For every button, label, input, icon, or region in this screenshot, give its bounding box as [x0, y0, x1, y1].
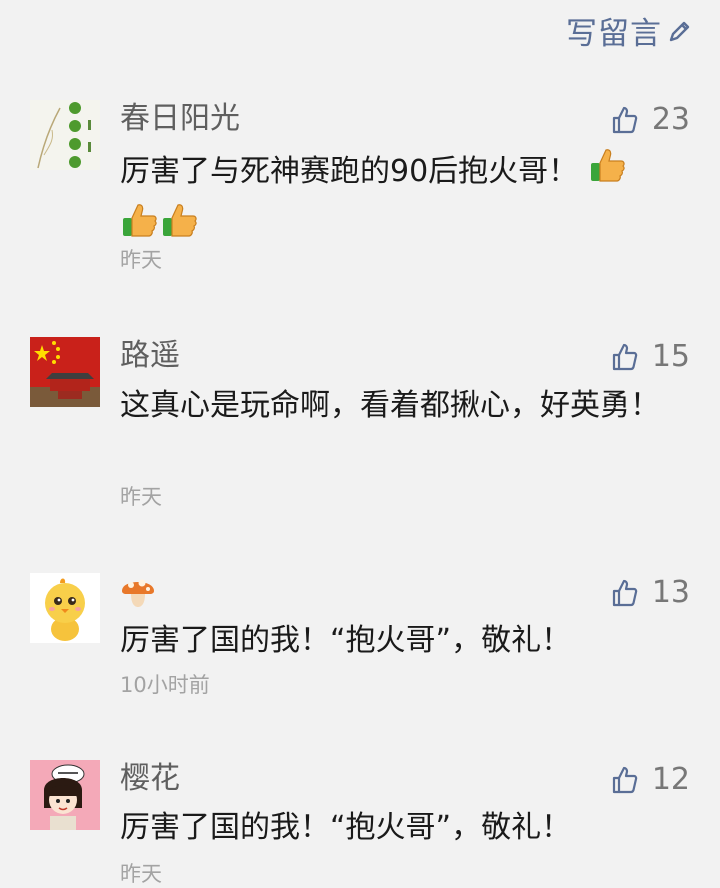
comment-text: 厉害了国的我！“抱火哥”，敬礼！ — [120, 623, 572, 658]
comment-item: 13 厉害了国的我！“抱火哥”，敬礼！ 10小时前 — [0, 573, 720, 713]
thumbs-up-icon — [612, 766, 638, 794]
comment-text: 厉害了国的我！“抱火哥”，敬礼！ — [120, 810, 572, 845]
comment-time: 昨天 — [120, 248, 162, 272]
thumbs-up-emoji-icon — [160, 200, 200, 255]
comment-nickname: 春日阳光 — [120, 101, 240, 136]
comment-nickname: 路遥 — [120, 338, 180, 373]
comment-nickname — [120, 573, 162, 619]
write-comment-button[interactable]: 写留言 — [566, 8, 692, 53]
like-count: 23 — [651, 102, 690, 137]
thumbs-up-icon — [612, 579, 638, 607]
mushroom-icon — [120, 573, 156, 619]
comment-item: 路遥 15 这真心是玩命啊，看着都揪心，好英勇！ 昨天 — [0, 337, 720, 517]
write-comment-label: 写留言 — [566, 16, 662, 52]
comment-item: 樱花 12 厉害了国的我！“抱火哥”，敬礼！ 昨天 — [0, 760, 720, 886]
comment-time: 10小时前 — [120, 673, 210, 697]
like-button[interactable]: 12 — [612, 761, 690, 799]
like-count: 13 — [651, 575, 690, 610]
thumbs-up-emoji-icon — [588, 145, 628, 200]
like-count: 12 — [651, 762, 690, 797]
avatar[interactable] — [30, 337, 100, 407]
avatar[interactable] — [30, 760, 100, 830]
comment-content: 厉害了与死神赛跑的90后抱火哥！ — [120, 145, 665, 255]
like-button[interactable]: 15 — [612, 338, 690, 376]
comment-nickname: 樱花 — [120, 761, 180, 796]
comment-text: 厉害了与死神赛跑的90后抱火哥！ — [120, 154, 579, 189]
like-button[interactable]: 23 — [612, 101, 690, 139]
avatar[interactable] — [30, 573, 100, 643]
like-button[interactable]: 13 — [612, 574, 690, 612]
thumbs-up-icon — [612, 343, 638, 371]
pencil-icon — [668, 19, 692, 43]
avatar[interactable] — [30, 100, 100, 170]
comment-text: 这真心是玩命啊，看着都揪心，好英勇！ — [120, 388, 660, 423]
thumbs-up-icon — [612, 106, 638, 134]
comment-time: 昨天 — [120, 862, 162, 886]
comment-item: 春日阳光 23 厉害了与死神赛跑的90后抱火哥！ 昨天 — [0, 100, 720, 280]
comment-time: 昨天 — [120, 485, 162, 509]
like-count: 15 — [651, 339, 690, 374]
